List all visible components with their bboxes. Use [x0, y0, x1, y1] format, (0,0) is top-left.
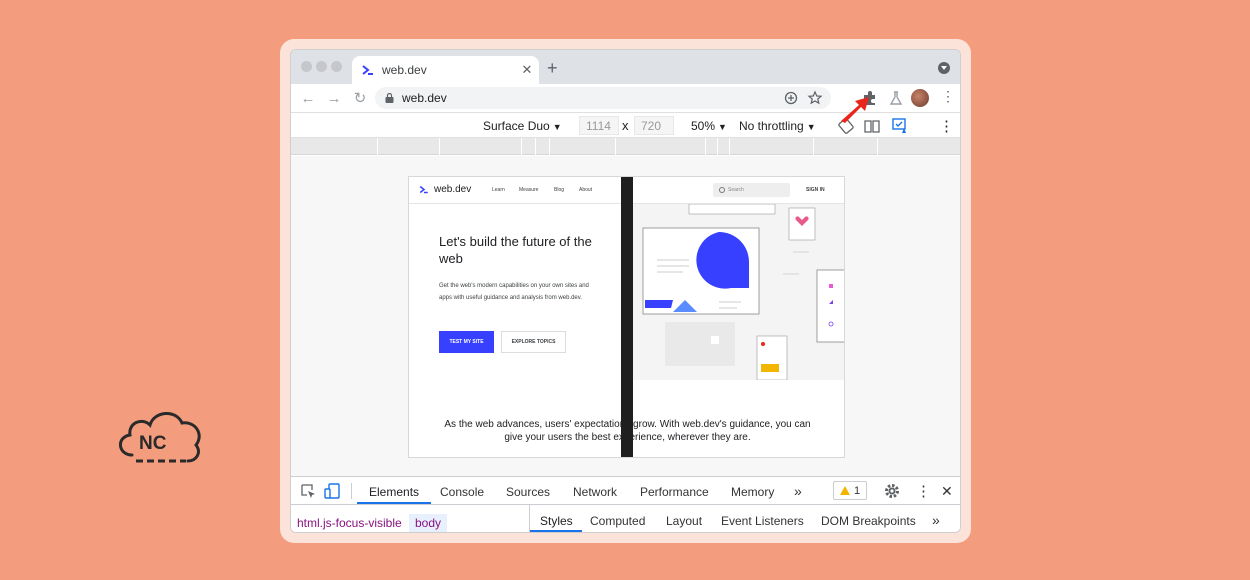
- new-tab-button[interactable]: +: [547, 58, 558, 79]
- device-viewport: web.dev Learn Measure Blog About Search …: [291, 156, 960, 476]
- red-pointer-arrow-icon: [841, 97, 869, 123]
- bookmark-star-icon[interactable]: [807, 90, 823, 106]
- hero-title: Let's build the future of the web: [439, 234, 592, 266]
- window-minimize-light[interactable]: [316, 61, 327, 72]
- breadcrumb-html[interactable]: html.js-focus-visible: [291, 514, 408, 532]
- settings-gear-icon[interactable]: [883, 482, 901, 500]
- zoom-select[interactable]: 50% ▼: [691, 119, 727, 133]
- tab-title: web.dev: [382, 63, 427, 77]
- explore-topics-button[interactable]: EXPLORE TOPICS: [501, 331, 566, 353]
- screenshot-frame: web.dev ✕ + ← → ↻ web.dev ⋮ Surface Duo …: [280, 39, 971, 543]
- lock-icon: [385, 93, 394, 103]
- device-toolbar: Surface Duo ▼ 1114 x 720 50% ▼ No throttli…: [291, 97, 960, 138]
- devtools-menu-icon[interactable]: ⋮: [916, 482, 931, 500]
- webdev-logo-icon: [419, 185, 428, 194]
- breadcrumb-body[interactable]: body: [409, 514, 448, 532]
- dom-breadcrumb: html.js-focus-visible body: [291, 505, 529, 532]
- devtools-close-icon[interactable]: ✕: [941, 483, 953, 500]
- install-app-icon[interactable]: [783, 90, 799, 106]
- warning-icon: [839, 486, 850, 495]
- hero-description: Get the web's modern capabilities on you…: [439, 283, 589, 301]
- subtab-computed[interactable]: Computed: [590, 514, 645, 528]
- window-close-light[interactable]: [301, 61, 312, 72]
- site-nav-learn[interactable]: Learn: [492, 187, 505, 193]
- devtools-panel: Elements Console Sources Network Perform…: [291, 476, 960, 532]
- lab-flask-icon[interactable]: [887, 89, 905, 107]
- subtab-dom-breakpoints[interactable]: DOM Breakpoints: [821, 514, 916, 528]
- site-search-input[interactable]: Search: [713, 183, 790, 197]
- toggle-device-icon[interactable]: [323, 482, 341, 500]
- reload-button[interactable]: ↻: [347, 89, 373, 107]
- browser-menu-icon[interactable]: ⋮: [941, 88, 955, 105]
- hero-illustration: [633, 203, 844, 381]
- height-input[interactable]: 720: [634, 116, 674, 135]
- forward-button[interactable]: →: [321, 90, 347, 107]
- window-maximize-light[interactable]: [331, 61, 342, 72]
- tab-close-icon[interactable]: ✕: [515, 62, 539, 78]
- profile-avatar[interactable]: [911, 89, 929, 107]
- browser-window: web.dev ✕ + ← → ↻ web.dev ⋮ Surface Duo …: [290, 49, 961, 533]
- site-nav-measure[interactable]: Measure: [519, 187, 538, 193]
- inspect-element-icon[interactable]: [299, 482, 317, 500]
- browser-tab-webdev[interactable]: web.dev ✕: [352, 56, 539, 84]
- tab-memory[interactable]: Memory: [731, 485, 774, 499]
- tab-performance[interactable]: Performance: [640, 485, 709, 499]
- address-bar[interactable]: web.dev: [375, 87, 831, 109]
- styles-subtab-bar: Styles Computed Layout Event Listeners D…: [529, 505, 960, 532]
- throttling-select[interactable]: No throttling ▼: [739, 119, 816, 133]
- webdev-favicon-icon: [362, 65, 373, 75]
- nc-cloud-logo: NC: [119, 412, 201, 463]
- address-url: web.dev: [402, 91, 447, 105]
- tab-sources[interactable]: Sources: [506, 485, 550, 499]
- subtab-layout[interactable]: Layout: [666, 514, 702, 528]
- test-my-site-button[interactable]: TEST MY SITE: [439, 331, 494, 353]
- device-toolbar-menu-icon[interactable]: ⋮: [939, 117, 954, 135]
- site-nav-blog[interactable]: Blog: [554, 187, 564, 193]
- subtab-event-listeners[interactable]: Event Listeners: [721, 514, 804, 528]
- devtools-tab-bar: Elements Console Sources Network Perform…: [291, 477, 960, 505]
- more-subtabs-icon[interactable]: »: [932, 512, 940, 528]
- tab-strip: web.dev ✕ +: [291, 50, 960, 84]
- subtab-styles[interactable]: Styles: [540, 514, 573, 528]
- back-button[interactable]: ←: [295, 90, 321, 107]
- nc-logo-text: NC: [139, 433, 167, 454]
- site-nav-about[interactable]: About: [579, 187, 592, 193]
- hero-art-graphic: [642, 203, 844, 381]
- site-logo[interactable]: web.dev: [419, 184, 471, 195]
- dual-screen-hinge: [621, 177, 633, 457]
- warning-count-badge[interactable]: 1: [833, 481, 867, 500]
- tab-search-icon[interactable]: [938, 62, 950, 74]
- width-input[interactable]: 1114: [579, 116, 619, 135]
- tab-network[interactable]: Network: [573, 485, 617, 499]
- device-posture-icon[interactable]: [891, 117, 909, 135]
- tab-elements[interactable]: Elements: [369, 485, 419, 499]
- device-select[interactable]: Surface Duo ▼: [483, 119, 562, 133]
- media-query-ruler[interactable]: [291, 138, 960, 155]
- dimension-separator: x: [622, 118, 629, 133]
- tab-console[interactable]: Console: [440, 485, 484, 499]
- site-signin-link[interactable]: SIGN IN: [806, 187, 825, 193]
- more-tabs-icon[interactable]: »: [794, 483, 802, 499]
- webdev-page: web.dev Learn Measure Blog About Search …: [408, 176, 845, 458]
